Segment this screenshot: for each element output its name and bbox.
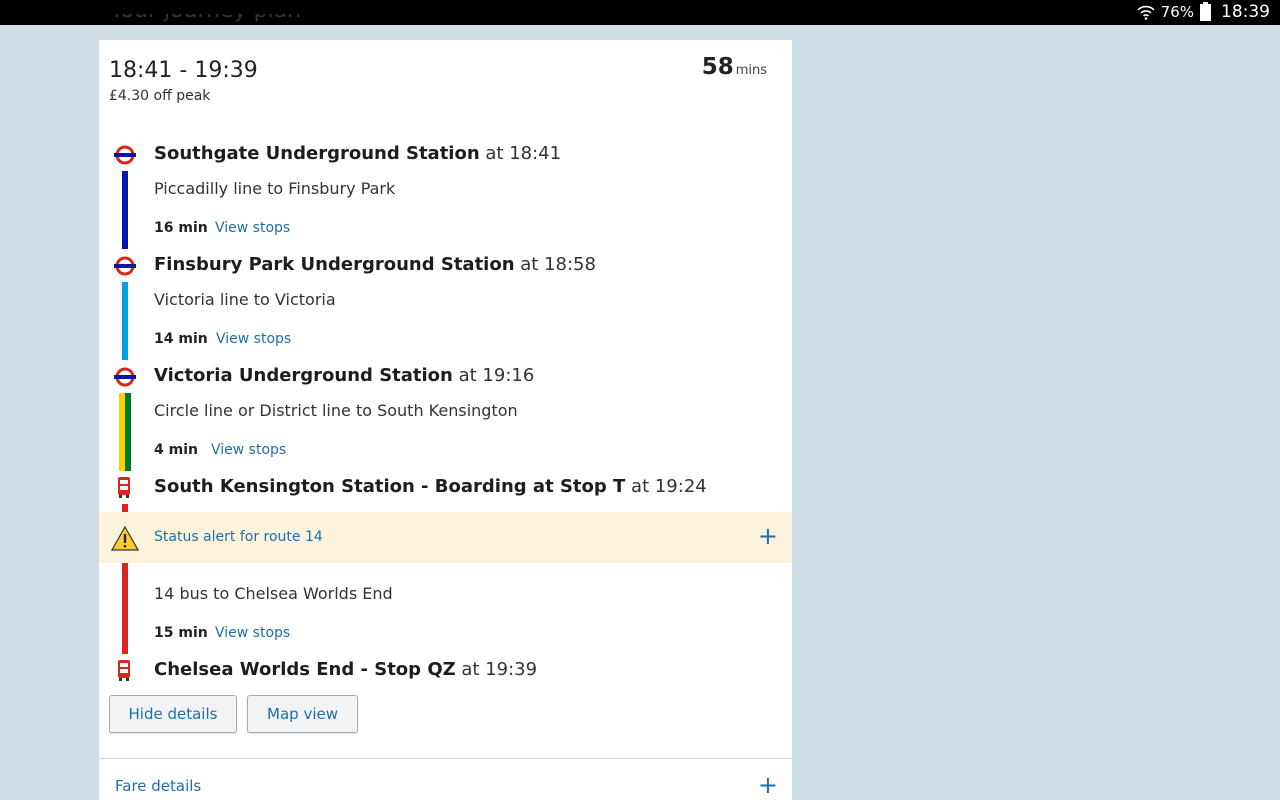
journey-card: 18:41 - 19:39 £4.30 off peak 58 mins Sou… [99, 40, 792, 759]
stop-southgate: Southgate Underground Station at 18:41 [154, 143, 562, 164]
expand-plus-icon[interactable]: + [758, 771, 778, 799]
expand-plus-icon[interactable]: + [758, 522, 778, 550]
leg-description: Victoria line to Victoria [154, 290, 336, 309]
status-alert[interactable]: Status alert for route 14 + [99, 512, 792, 563]
duration-value: 58 [701, 54, 734, 80]
leg-line-district [125, 393, 131, 471]
leg-duration: 15 min [154, 625, 208, 641]
leg-duration: 16 min [154, 220, 208, 236]
page-title-peek: Your journey plan [110, 14, 410, 25]
tube-roundel-icon [114, 367, 136, 387]
stop-victoria: Victoria Underground Station at 19:16 [154, 365, 535, 386]
battery-percent: 76% [1160, 3, 1194, 21]
tube-roundel-icon [114, 256, 136, 276]
battery-icon [1200, 1, 1211, 21]
wifi-icon [1137, 5, 1155, 20]
status-alert-text: Status alert for route 14 [154, 529, 323, 545]
warning-icon [111, 525, 139, 551]
tube-roundel-icon [114, 145, 136, 165]
leg-duration: 14 min [154, 331, 208, 347]
leg-line-piccadilly [122, 171, 128, 249]
stop-south-kensington: South Kensington Station - Boarding at S… [154, 476, 707, 497]
view-stops-link[interactable]: View stops [215, 220, 290, 236]
leg-duration: 4 min [154, 442, 198, 458]
hide-details-button[interactable]: Hide details [109, 695, 237, 733]
bus-icon [118, 660, 130, 681]
clock: 18:39 [1221, 2, 1270, 22]
stop-chelsea-worlds-end: Chelsea Worlds End - Stop QZ at 19:39 [154, 659, 538, 680]
journey-fare: £4.30 off peak [109, 88, 211, 104]
leg-description: Piccadilly line to Finsbury Park [154, 179, 396, 198]
leg-line-victoria [122, 282, 128, 360]
stop-finsbury-park: Finsbury Park Underground Station at 18:… [154, 254, 596, 275]
view-stops-link[interactable]: View stops [215, 625, 290, 641]
bus-icon [118, 477, 130, 498]
journey-duration: 58 mins [702, 54, 767, 80]
fare-details-panel[interactable]: Fare details + [99, 759, 792, 800]
view-stops-link[interactable]: View stops [216, 331, 291, 347]
leg-description: 14 bus to Chelsea Worlds End [154, 584, 393, 603]
map-view-button[interactable]: Map view [247, 695, 358, 733]
duration-unit: mins [735, 63, 767, 78]
fare-details-label: Fare details [115, 777, 202, 795]
leg-description: Circle line or District line to South Ke… [154, 401, 518, 420]
view-stops-link[interactable]: View stops [211, 442, 286, 458]
journey-time-range: 18:41 - 19:39 [109, 58, 258, 83]
